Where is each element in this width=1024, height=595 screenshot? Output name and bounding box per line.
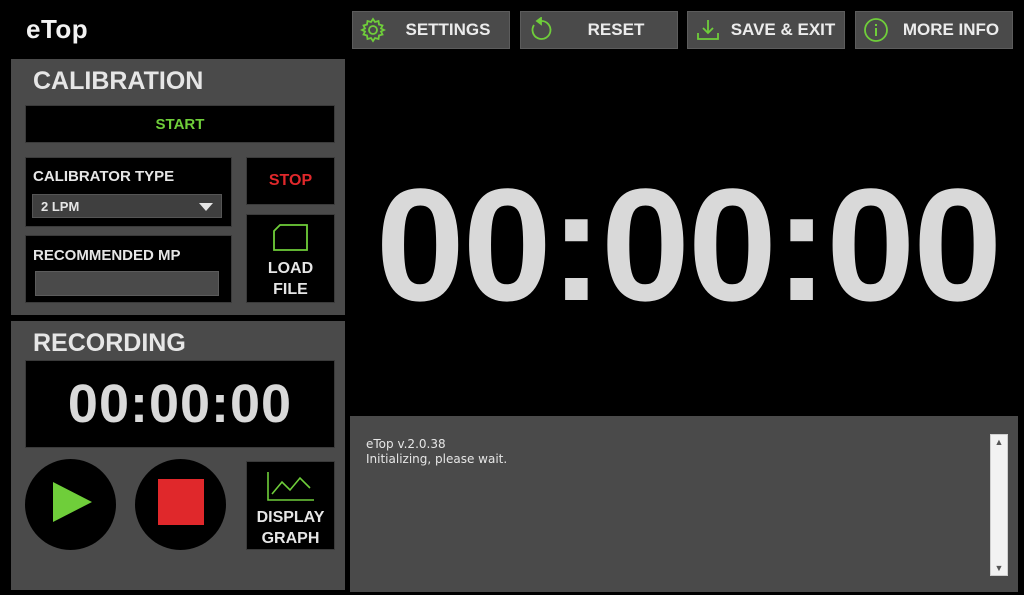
stop-square-icon	[157, 479, 204, 530]
stop-record-button[interactable]	[135, 459, 226, 550]
calibrator-type-select[interactable]: 2 LPM	[32, 194, 222, 218]
display-graph-label-1: DISPLAY	[256, 509, 325, 526]
reset-label: RESET	[587, 20, 645, 39]
more-info-label: MORE INFO	[902, 20, 1000, 39]
start-button[interactable]: START	[25, 105, 335, 143]
display-graph-label-2: GRAPH	[261, 530, 320, 547]
play-icon	[48, 479, 94, 530]
recommended-mp-label: RECOMMENDED MP	[33, 247, 181, 264]
log-line: eTop v.2.0.38	[366, 437, 446, 451]
save-exit-label: SAVE & EXIT	[730, 20, 836, 39]
load-file-label-2: FILE	[273, 281, 308, 298]
main-timer: 00:00:00	[375, 155, 1002, 334]
calibration-title: CALIBRATION	[33, 67, 204, 95]
settings-button[interactable]: SETTINGS	[352, 11, 510, 49]
more-info-button[interactable]: MORE INFO	[855, 11, 1013, 49]
gear-icon	[359, 16, 387, 44]
calibrator-type-value: 2 LPM	[41, 198, 80, 214]
load-file-label-1: LOAD	[267, 260, 314, 277]
stop-button[interactable]: STOP	[246, 157, 335, 205]
download-icon	[694, 16, 722, 44]
display-graph-button[interactable]: DISPLAY GRAPH	[246, 461, 335, 550]
save-exit-button[interactable]: SAVE & EXIT	[687, 11, 845, 49]
reset-icon	[527, 16, 555, 44]
play-button[interactable]	[25, 459, 116, 550]
graph-icon	[266, 470, 316, 507]
scroll-down-icon[interactable]: ▼	[995, 563, 1004, 573]
settings-label: SETTINGS	[405, 20, 491, 39]
recommended-mp-field	[35, 271, 219, 296]
scroll-up-icon[interactable]: ▲	[995, 437, 1004, 447]
reset-button[interactable]: RESET	[520, 11, 678, 49]
log-scrollbar[interactable]: ▲ ▼	[990, 434, 1008, 576]
app-title: eTop	[26, 14, 89, 44]
file-icon	[271, 223, 311, 258]
recording-time: 00:00:00	[25, 360, 335, 448]
calibrator-type-label: CALIBRATOR TYPE	[33, 168, 175, 185]
log-text: eTop v.2.0.38 Initializing, please wait.	[366, 437, 966, 467]
load-file-button[interactable]: LOAD FILE	[246, 214, 335, 303]
recording-title: RECORDING	[33, 329, 186, 357]
info-icon	[862, 16, 890, 44]
chevron-down-icon	[199, 203, 213, 211]
log-line: Initializing, please wait.	[366, 452, 508, 466]
